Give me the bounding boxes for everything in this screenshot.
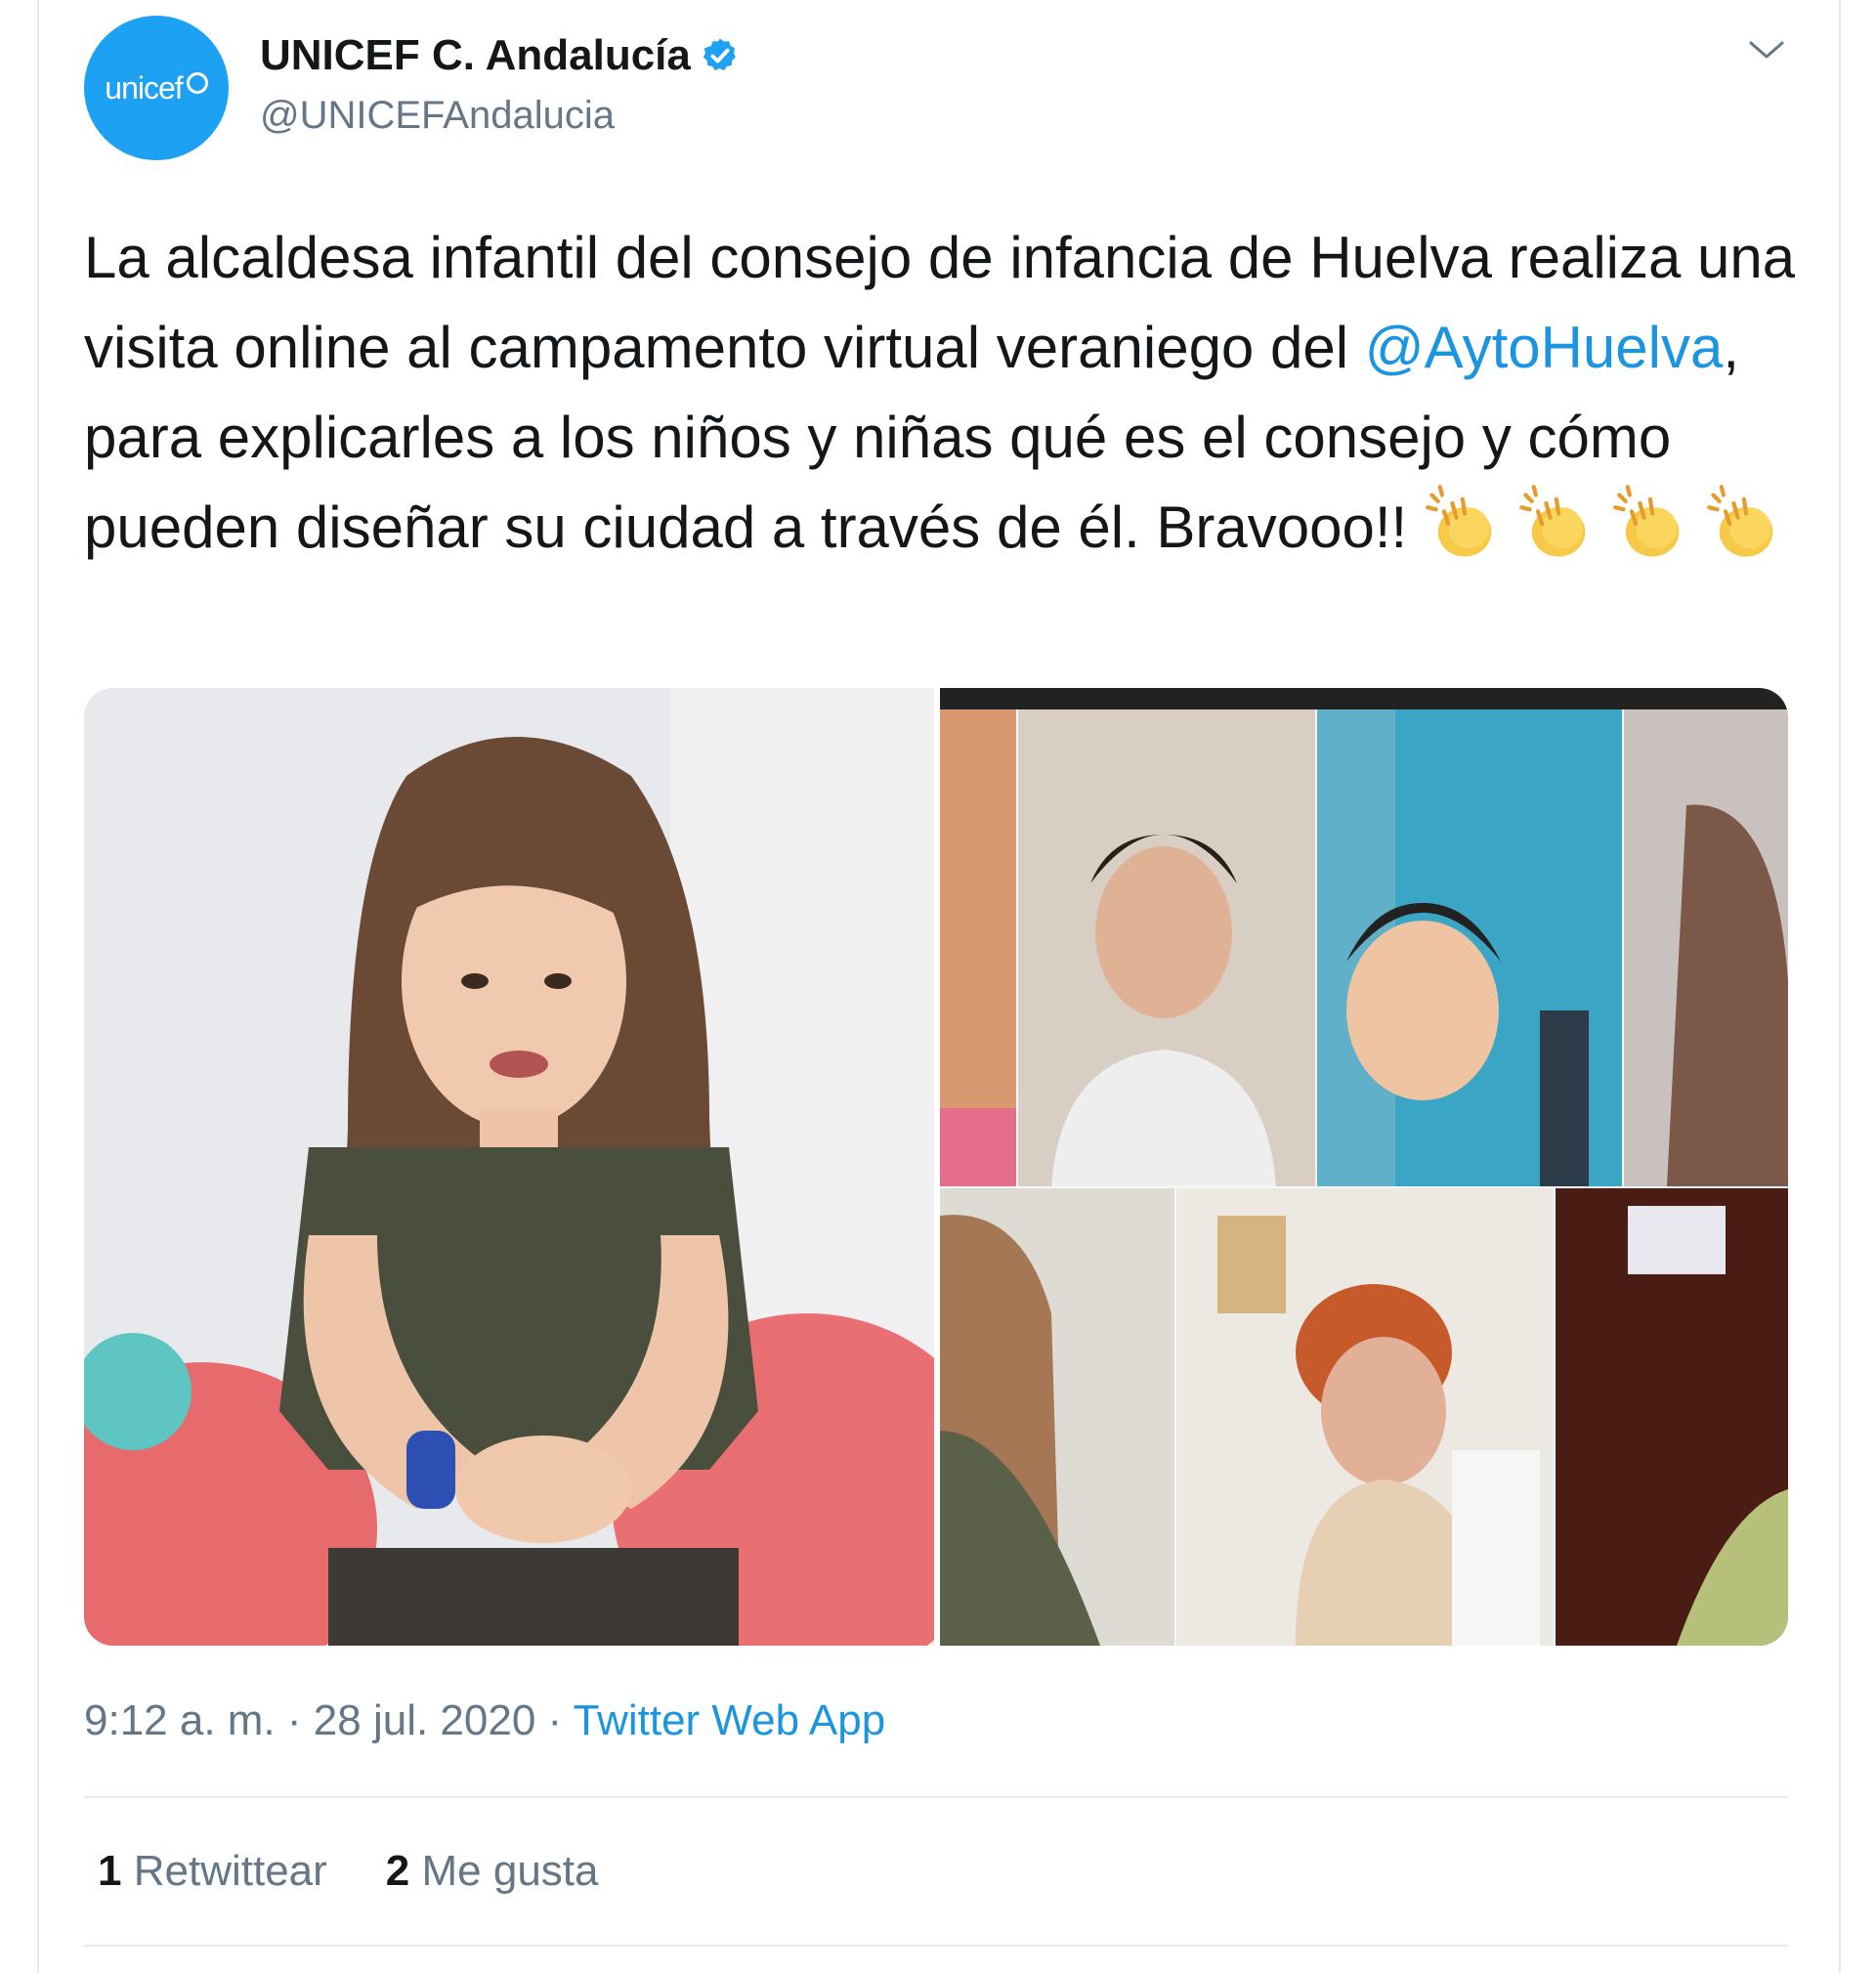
meta-separator: · [535,1696,574,1744]
divider [84,1796,1788,1798]
avatar-logo-text: unicef [105,69,183,106]
video-call-grid [940,688,1788,1646]
retweet-label: Retwittear [133,1847,327,1895]
mention-link[interactable]: @AytoHuelva [1365,315,1724,380]
clapping-hands-icon [1612,485,1680,557]
likes-stat[interactable]: 2 Me gusta [386,1847,599,1896]
verified-badge-icon [703,38,736,70]
avatar[interactable]: unicef [84,16,229,160]
tweet-time[interactable]: 9:12 a. m. [84,1696,276,1744]
clapping-hands-icon [1518,485,1586,557]
meta-separator: · [275,1696,314,1744]
clapping-hands-icon [1706,485,1773,557]
like-label: Me gusta [421,1847,599,1895]
display-name[interactable]: UNICEF C. Andalucía [260,31,691,80]
source-app-link[interactable]: Twitter Web App [574,1696,886,1744]
divider [84,1945,1788,1947]
tweet-stats: 1 Retwittear 2 Me gusta [98,1847,599,1896]
author-handle[interactable]: @UNICEFAndalucia [260,94,615,138]
unicef-globe-icon [186,72,208,94]
tweet-text: La alcaldesa infantil del consejo de inf… [84,213,1804,573]
emoji-row [1424,485,1799,560]
tweet-media[interactable] [84,688,1788,1646]
retweet-count: 1 [98,1847,122,1895]
retweets-stat[interactable]: 1 Retwittear [98,1847,327,1896]
chevron-down-icon[interactable] [1747,35,1786,64]
clapping-hands-icon [1425,485,1492,557]
tweet-date[interactable]: 28 jul. 2020 [314,1696,536,1744]
like-count: 2 [385,1847,410,1895]
girl-photo [84,688,1002,1646]
author-name-row: UNICEF C. Andalucía [260,31,740,80]
media-image [84,688,1788,1646]
tweet-meta: 9:12 a. m. · 28 jul. 2020 · Twitter Web … [84,1696,885,1745]
